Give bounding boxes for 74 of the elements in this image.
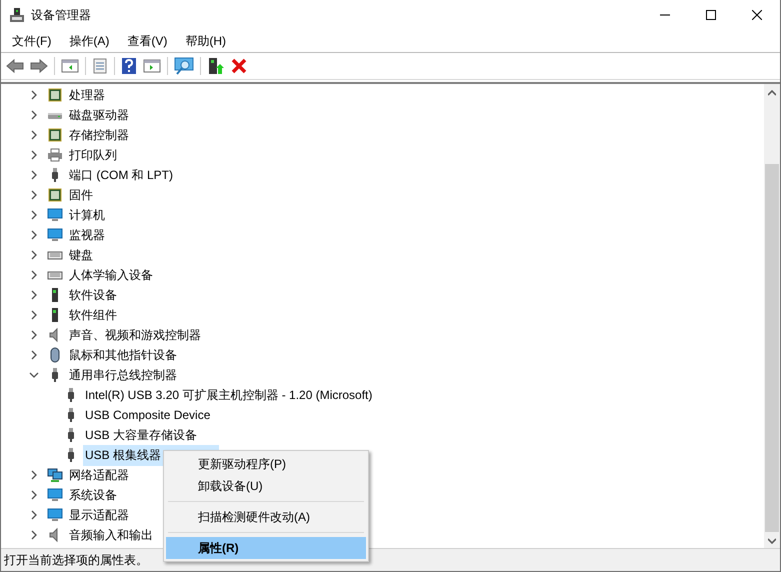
chevron-icon[interactable] [29,230,39,240]
chevron-icon[interactable] [29,510,39,520]
chevron-icon[interactable] [29,350,39,360]
menu-item[interactable]: 操作(A) [62,32,116,50]
chip-icon [47,187,63,203]
tree-item[interactable]: 计算机 [67,204,107,226]
delete-icon[interactable] [231,58,247,74]
printer-icon [47,147,63,163]
forward-icon[interactable] [30,58,48,74]
panel-icon[interactable] [143,58,161,74]
chevron-icon[interactable] [29,530,39,540]
tree-item[interactable]: 打印队列 [67,144,119,166]
tree-item[interactable]: 网络适配器 [67,464,131,486]
help-icon[interactable] [121,57,137,75]
tree-item[interactable]: 显示适配器 [67,504,131,526]
scroll-up-icon[interactable] [768,90,776,96]
chevron-icon[interactable] [29,470,39,480]
chip-icon [47,87,63,103]
chevron-icon[interactable] [29,110,39,120]
scroll-thumb[interactable] [765,164,779,532]
tree-item[interactable]: 端口 (COM 和 LPT) [67,164,175,186]
tree-item[interactable]: 监视器 [67,224,107,246]
panel-icon[interactable] [61,58,79,74]
menu-item[interactable]: 卸载设备(U) [166,475,366,497]
chevron-icon[interactable] [29,290,39,300]
device-add-icon[interactable] [207,57,225,75]
tree-item[interactable]: 软件组件 [67,304,119,326]
tree-item[interactable]: 声音、视频和游戏控制器 [67,324,203,346]
chevron-icon[interactable] [29,270,39,280]
tree-item[interactable]: 人体学输入设备 [67,264,155,286]
scroll-down-icon[interactable] [768,538,776,544]
chevron-icon[interactable] [29,490,39,500]
menu-item[interactable]: 查看(V) [120,32,174,50]
monitor-icon [47,227,63,243]
chevron-icon[interactable] [29,190,39,200]
monitor-icon [47,487,63,503]
menu-item[interactable]: 属性(R) [166,537,366,559]
chevron-icon[interactable] [29,210,39,220]
monitor-icon [47,507,63,523]
chevron-icon[interactable] [29,370,39,380]
tree-item[interactable]: USB 大容量存储设备 [83,424,200,446]
tree-item[interactable]: Intel(R) USB 3.20 可扩展主机控制器 - 1.20 (Microsoft) [83,384,374,406]
chevron-icon[interactable] [29,170,39,180]
tree-item[interactable]: 磁盘驱动器 [67,104,131,126]
chevron-icon[interactable] [29,250,39,260]
chip-icon [47,127,63,143]
close-icon[interactable] [752,10,762,20]
tree-item[interactable]: USB Composite Device [83,406,212,424]
chevron-icon[interactable] [29,90,39,100]
network-icon [47,467,63,483]
maximize-icon[interactable] [706,10,716,20]
tree-item[interactable]: 鼠标和其他指针设备 [67,344,179,366]
tree-item[interactable]: 固件 [67,184,95,206]
menu-item[interactable]: 文件(F) [5,32,58,50]
chevron-icon[interactable] [29,330,39,340]
tree-item[interactable]: 键盘 [67,244,95,266]
menu-item[interactable]: 扫描检测硬件改动(A) [166,506,366,528]
chevron-icon[interactable] [29,130,39,140]
menu-item[interactable]: 帮助(H) [178,32,233,50]
chevron-icon[interactable] [29,150,39,160]
tree-item[interactable]: 音频输入和输出 [67,524,155,546]
app-icon [9,7,25,23]
chevron-icon[interactable] [29,310,39,320]
properties-icon[interactable] [92,58,108,74]
tree-item[interactable]: 通用串行总线控制器 [67,364,179,386]
tree-item[interactable]: 软件设备 [67,284,119,306]
tree-item[interactable]: 存储控制器 [67,124,131,146]
back-icon[interactable] [6,58,24,74]
tree-item[interactable]: 系统设备 [67,484,119,506]
monitor-icon [47,207,63,223]
scrollbar[interactable] [764,84,780,548]
window-title: 设备管理器 [31,6,91,24]
tree-item[interactable]: 处理器 [67,84,107,106]
monitor-search-icon[interactable] [174,57,194,75]
